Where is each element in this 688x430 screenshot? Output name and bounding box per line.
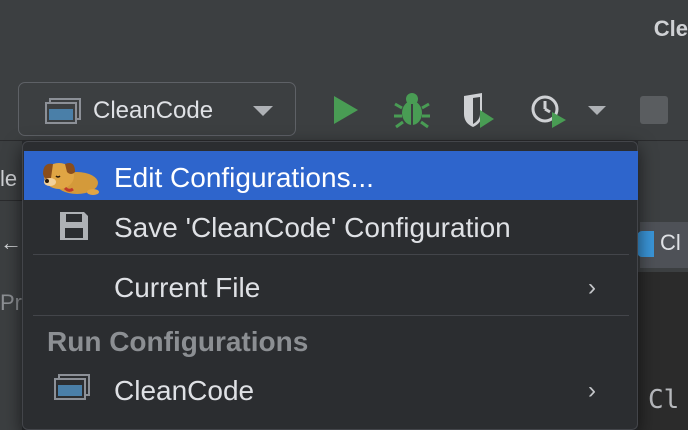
- chevron-right-icon: ›: [588, 274, 596, 301]
- run-with-coverage-button[interactable]: [458, 90, 498, 130]
- arrow-left-icon[interactable]: ←: [0, 230, 22, 256]
- run-config-window-icon: [54, 374, 90, 405]
- run-configurations-popup: Edit Configurations... Save 'CleanCode' …: [22, 141, 638, 430]
- menu-item-label: CleanCode: [114, 375, 255, 406]
- menu-item-label: Current File: [114, 272, 261, 303]
- menu-item-cleancode[interactable]: CleanCode ›: [24, 364, 638, 414]
- save-floppy-icon: [58, 210, 90, 247]
- section-header-run-configurations: Run Configurations: [47, 326, 309, 357]
- chevron-down-icon[interactable]: [588, 106, 606, 115]
- menu-item-current-file[interactable]: Current File ›: [24, 261, 638, 311]
- stop-button[interactable]: [640, 96, 668, 124]
- editor-tab-label: Cl: [660, 230, 681, 255]
- run-button[interactable]: [326, 90, 366, 130]
- chevron-right-icon: ›: [588, 377, 596, 404]
- dog-mascot-icon: [39, 154, 101, 203]
- menu-separator: [33, 315, 629, 316]
- menu-item-save-configuration[interactable]: Save 'CleanCode' Configuration: [24, 201, 638, 251]
- menu-separator: [33, 254, 629, 255]
- menu-item-label: Save 'CleanCode' Configuration: [114, 212, 511, 243]
- debug-button[interactable]: [392, 90, 432, 130]
- chevron-down-icon: [253, 106, 273, 116]
- run-configuration-selector[interactable]: CleanCode: [18, 82, 296, 136]
- divider: [0, 200, 22, 201]
- profile-button[interactable]: [528, 90, 568, 130]
- left-tab-label[interactable]: le: [0, 166, 17, 192]
- menu-item-edit-configurations[interactable]: Edit Configurations...: [24, 151, 638, 200]
- run-configuration-label: CleanCode: [93, 97, 214, 124]
- menu-item-label: Edit Configurations...: [114, 162, 374, 193]
- editor-code-text: Cl: [648, 385, 680, 415]
- window-title: Cle: [653, 16, 688, 41]
- title-bar: [0, 0, 688, 60]
- run-config-window-icon: [45, 98, 81, 129]
